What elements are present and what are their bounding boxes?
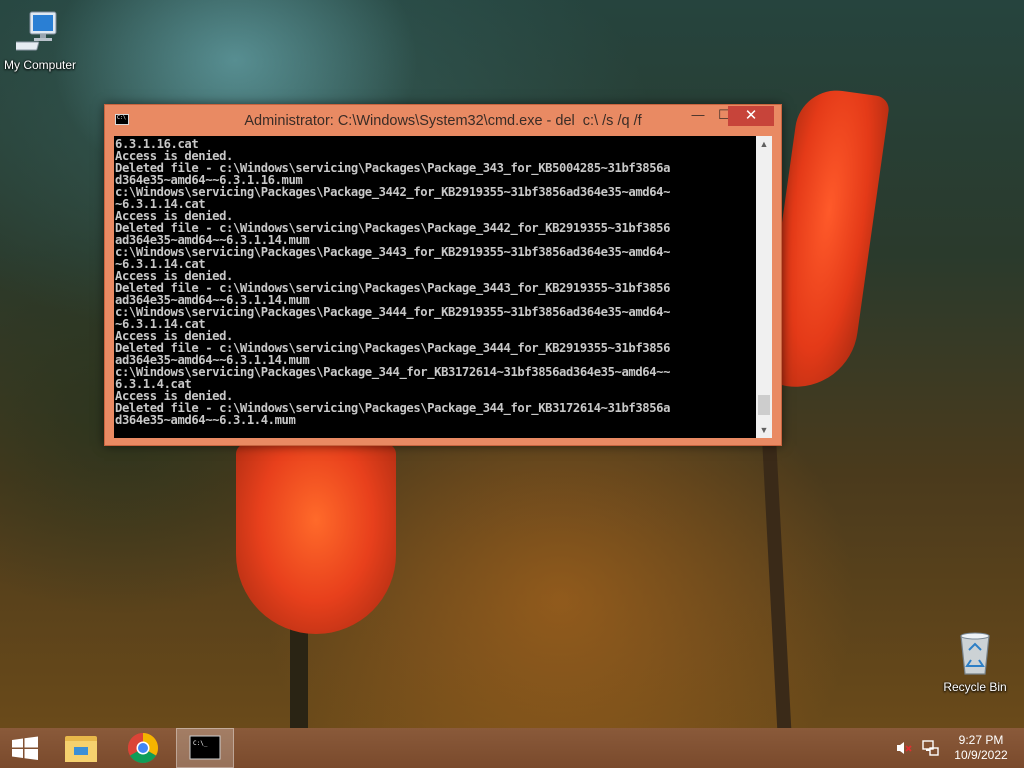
desktop-icon-recycle-bin[interactable]: Recycle Bin <box>935 630 1015 694</box>
network-icon[interactable] <box>921 739 939 757</box>
windows-logo-icon <box>12 736 38 760</box>
clock[interactable]: 9:27 PM 10/9/2022 <box>944 733 1018 763</box>
console-line: c:\Windows\servicing\Packages\Package_34… <box>115 365 670 379</box>
window-title: Administrator: C:\Windows\System32\cmd.e… <box>244 113 642 129</box>
desktop-icon-label: Recycle Bin <box>943 680 1007 694</box>
chrome-icon <box>127 733 159 764</box>
taskbar-command-prompt[interactable]: C:\_ <box>176 728 234 768</box>
console-area[interactable]: 6.3.1.16.cat Access is denied. Deleted fil… <box>114 136 772 438</box>
desktop-icon-my-computer[interactable]: My Computer <box>0 8 80 72</box>
minimize-button[interactable]: — <box>685 106 711 126</box>
clock-time: 9:27 PM <box>958 733 1004 747</box>
computer-icon <box>10 8 64 56</box>
scrollbar-thumb[interactable] <box>758 395 770 415</box>
svg-text:C:\_: C:\_ <box>193 740 208 747</box>
close-button[interactable]: ✕ <box>728 106 774 126</box>
console-output[interactable]: 6.3.1.16.cat Access is denied. Deleted fil… <box>115 138 757 436</box>
cmd-icon: C:\_ <box>189 735 221 760</box>
desktop[interactable]: My Computer Recycle Bin C:\ Administrato… <box>0 0 1024 728</box>
taskbar-file-explorer[interactable] <box>52 728 112 768</box>
desktop-icon-label: My Computer <box>3 58 77 72</box>
console-line: c:\Windows\servicing\Packages\Package_34… <box>115 305 670 319</box>
vertical-scrollbar[interactable]: ▲ ▼ <box>756 136 772 438</box>
taskbar-chrome[interactable] <box>113 728 173 768</box>
taskbar: C:\_ 9:27 PM 10/9/2022 <box>0 728 1024 768</box>
console-line: c:\Windows\servicing\Packages\Package_34… <box>115 185 670 199</box>
flower-stem-decoration <box>762 439 792 728</box>
start-button[interactable] <box>0 728 60 768</box>
red-tulip-decoration <box>236 444 396 634</box>
scroll-down-arrow-icon[interactable]: ▼ <box>756 422 772 438</box>
volume-muted-icon[interactable] <box>895 740 913 756</box>
console-line: c:\Windows\servicing\Packages\Package_34… <box>115 245 670 259</box>
folder-icon <box>65 736 97 762</box>
scroll-up-arrow-icon[interactable]: ▲ <box>756 136 772 152</box>
recycle-bin-icon <box>951 630 999 678</box>
console-line: d364e35~amd64~~6.3.1.4.mum <box>115 413 296 427</box>
cmd-window[interactable]: C:\ Administrator: C:\Windows\System32\c… <box>104 104 782 446</box>
clock-date: 10/9/2022 <box>954 748 1008 762</box>
title-bar[interactable]: C:\ Administrator: C:\Windows\System32\c… <box>105 105 781 136</box>
